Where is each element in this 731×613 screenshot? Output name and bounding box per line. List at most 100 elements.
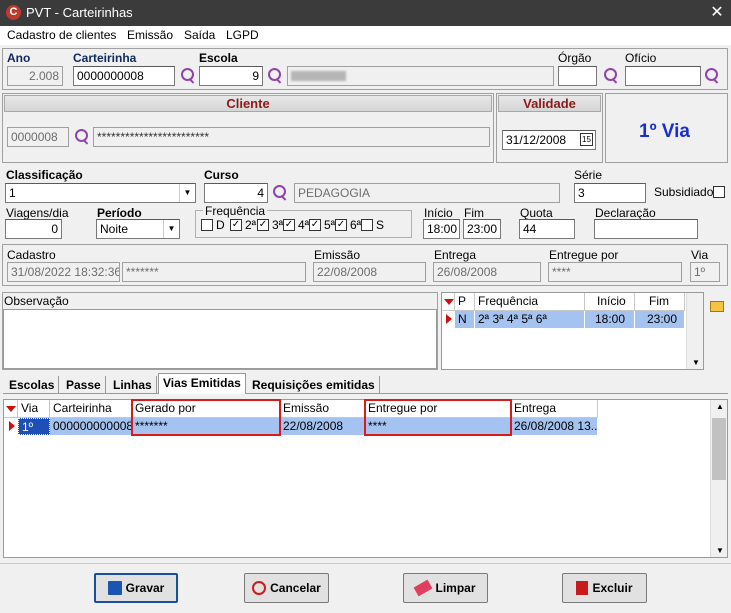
day-checkbox[interactable]: ✓ <box>335 219 347 231</box>
day-label: S <box>376 218 385 232</box>
carteirinha-field[interactable]: 0000000008 <box>73 66 175 86</box>
day-label: D <box>216 218 225 232</box>
chevron-down-icon[interactable]: ▼ <box>179 184 195 202</box>
day-checkbox[interactable]: ✓ <box>257 219 269 231</box>
row-indicator <box>442 311 455 328</box>
search-icon[interactable] <box>266 67 284 85</box>
grid-indicator-header <box>442 293 455 311</box>
trash-icon <box>576 581 589 595</box>
vias-cell-via[interactable]: 1º <box>18 418 50 435</box>
curso-name-field: PEDAGOGIA <box>294 183 560 203</box>
cancel-icon <box>252 581 267 595</box>
day-label: 2ª <box>245 218 257 232</box>
scroll-up-icon[interactable]: ▲ <box>716 402 724 411</box>
fim-field[interactable]: 23:00 <box>463 219 501 239</box>
curso-code-field[interactable]: 4 <box>204 183 268 203</box>
freq-cell-p[interactable]: N <box>455 311 475 328</box>
periodo-label: Período <box>97 206 142 220</box>
col-header-fim[interactable]: Fim <box>635 293 685 311</box>
classificacao-select[interactable]: 1 ▼ <box>5 183 196 203</box>
col-header-gerado-por[interactable]: Gerado por <box>132 400 280 418</box>
validade-date-field[interactable]: 31/12/2008 15 <box>502 130 596 150</box>
entrega-label: Entrega <box>434 248 477 262</box>
tab-linhas[interactable]: Linhas <box>109 376 157 394</box>
day-checkbox[interactable] <box>361 219 373 231</box>
orgao-label: Órgão <box>558 51 592 65</box>
vias-cell-emissao[interactable]: 22/08/2008 <box>280 418 365 435</box>
col-header-carteirinha[interactable]: Carteirinha <box>50 400 132 418</box>
menu-cadastro-clientes[interactable]: Cadastro de clientes <box>7 28 116 42</box>
col-header-p[interactable]: P <box>455 293 475 311</box>
gravar-button[interactable]: Gravar <box>94 573 178 603</box>
menu-saida[interactable]: Saída <box>184 28 215 42</box>
calendar-icon[interactable]: 15 <box>580 133 593 146</box>
scroll-down-icon[interactable]: ▼ <box>692 358 700 367</box>
cadastro-user-field: ******* <box>122 262 306 282</box>
escola-name-field <box>287 66 554 86</box>
vias-cell-entrega[interactable]: 26/08/2008 13... <box>511 418 598 435</box>
freq-cell-frequencia[interactable]: 2ª 3ª 4ª 5ª 6ª <box>475 311 585 328</box>
col-header-emissao[interactable]: Emissão <box>280 400 365 418</box>
escola-code-field[interactable]: 9 <box>199 66 263 86</box>
validade-header: Validade <box>498 95 601 112</box>
day-checkbox[interactable] <box>201 219 213 231</box>
scroll-down-icon[interactable]: ▼ <box>716 546 724 555</box>
col-header-via[interactable]: Via <box>18 400 50 418</box>
day-checkbox[interactable]: ✓ <box>283 219 295 231</box>
search-icon[interactable] <box>73 128 91 146</box>
ano-label: Ano <box>7 51 31 65</box>
ano-field: 2.008 <box>7 66 63 86</box>
search-icon[interactable] <box>271 184 289 202</box>
subsidiado-checkbox[interactable] <box>713 186 725 198</box>
validade-value: 31/12/2008 <box>506 133 567 147</box>
entregue-por-field: **** <box>548 262 682 282</box>
tab-vias-emitidas[interactable]: Vias Emitidas <box>158 373 246 394</box>
eraser-icon <box>414 579 433 597</box>
vias-cell-carteirinha[interactable]: 000000000008 <box>50 418 132 435</box>
vias-cell-gerado-por[interactable]: ******* <box>132 418 280 435</box>
footer-divider <box>0 563 731 564</box>
col-header-frequencia[interactable]: Frequência <box>475 293 585 311</box>
periodo-select[interactable]: Noite ▼ <box>96 219 180 239</box>
declaracao-field[interactable] <box>594 219 698 239</box>
col-header-entrega[interactable]: Entrega <box>511 400 598 418</box>
serie-field[interactable]: 3 <box>574 183 646 203</box>
search-icon[interactable] <box>179 67 197 85</box>
tab-passe[interactable]: Passe <box>62 376 106 394</box>
vias-cell-entregue-por[interactable]: **** <box>365 418 511 435</box>
observacao-label: Observação <box>4 294 69 308</box>
excluir-button[interactable]: Excluir <box>562 573 647 603</box>
tab-requisicoes-emitidas[interactable]: Requisições emitidas <box>248 376 380 394</box>
quota-field[interactable]: 44 <box>519 219 575 239</box>
scroll-thumb[interactable] <box>712 418 726 480</box>
viagens-label: Viagens/dia <box>6 206 69 220</box>
menu-lgpd[interactable]: LGPD <box>226 28 259 42</box>
excluir-label: Excluir <box>592 581 633 595</box>
orgao-field[interactable] <box>558 66 597 86</box>
search-icon[interactable] <box>602 67 620 85</box>
folder-open-icon[interactable] <box>710 301 724 312</box>
day-checkbox[interactable]: ✓ <box>230 219 242 231</box>
oficio-field[interactable] <box>625 66 701 86</box>
search-icon[interactable] <box>703 67 721 85</box>
menu-bar: Cadastro de clientes Emissão Saída LGPD <box>0 26 731 45</box>
close-icon[interactable]: ✕ <box>706 2 728 24</box>
viagens-field[interactable]: 0 <box>5 219 62 239</box>
col-header-entregue-por[interactable]: Entregue por <box>365 400 511 418</box>
cancelar-button[interactable]: Cancelar <box>244 573 329 603</box>
freq-cell-fim[interactable]: 23:00 <box>635 311 685 328</box>
cancelar-label: Cancelar <box>270 581 321 595</box>
freq-grid-scrollbar[interactable]: ▼ <box>686 293 703 369</box>
day-label: 4ª <box>298 218 310 232</box>
day-checkbox[interactable]: ✓ <box>309 219 321 231</box>
freq-cell-inicio[interactable]: 18:00 <box>585 311 635 328</box>
col-header-inicio[interactable]: Início <box>585 293 635 311</box>
inicio-field[interactable]: 18:00 <box>423 219 460 239</box>
menu-emissao[interactable]: Emissão <box>127 28 173 42</box>
day-label: 6ª <box>350 218 362 232</box>
vias-grid-scrollbar[interactable]: ▲ ▼ <box>710 400 727 557</box>
tab-escolas[interactable]: Escolas <box>5 376 60 394</box>
chevron-down-icon[interactable]: ▼ <box>163 220 179 238</box>
limpar-button[interactable]: Limpar <box>403 573 488 603</box>
observacao-textarea[interactable] <box>3 309 437 369</box>
